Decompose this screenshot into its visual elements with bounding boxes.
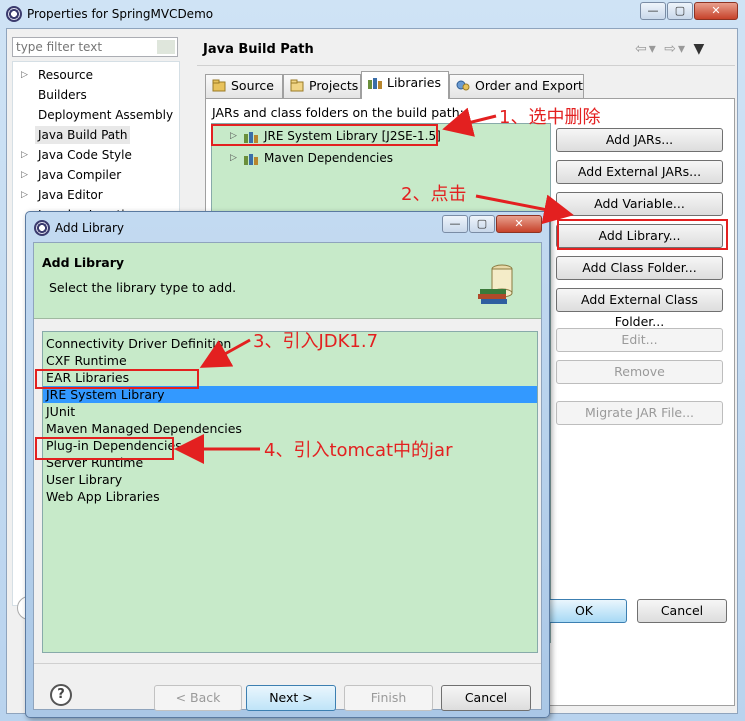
nav-item-label: Java Compiler xyxy=(38,168,122,182)
add-library-client: Add Library Select the library type to a… xyxy=(33,242,542,711)
highlight-add-library-button xyxy=(557,219,728,250)
library-books-icon xyxy=(476,257,522,305)
library-type-item[interactable]: User Library xyxy=(43,471,537,488)
view-menu-icon[interactable]: ▼ xyxy=(693,41,706,57)
help-icon[interactable]: ? xyxy=(50,684,72,706)
dropdown-icon[interactable]: ▾ xyxy=(649,41,658,57)
nav-item-label: Builders xyxy=(38,88,87,102)
close-button[interactable]: ✕ xyxy=(694,2,738,20)
annotation-step1: 1、选中删除 xyxy=(499,107,601,128)
properties-titlebar[interactable]: Properties for SpringMVCDemo — ▢ ✕ xyxy=(0,0,745,28)
filter-input[interactable] xyxy=(12,37,178,57)
tab-source[interactable]: Source xyxy=(205,74,283,98)
build-path-label: JARs and class folders on the build path… xyxy=(212,105,464,120)
window-title: Properties for SpringMVCDemo xyxy=(27,7,214,21)
projects-folder-icon xyxy=(290,77,304,92)
minimize-button[interactable]: — xyxy=(442,215,468,233)
add-library-titlebar[interactable]: Add Library — ▢ ✕ xyxy=(26,212,549,242)
title-separator xyxy=(197,65,735,66)
tab-projects[interactable]: Projects xyxy=(283,74,361,98)
close-button[interactable]: ✕ xyxy=(496,215,542,233)
expand-arrow-icon[interactable]: ▷ xyxy=(230,149,237,167)
maximize-button[interactable]: ▢ xyxy=(667,2,693,20)
dropdown-icon[interactable]: ▾ xyxy=(678,41,687,57)
annotation-step2: 2、点击 xyxy=(401,184,467,205)
edit-button[interactable]: Edit... xyxy=(556,328,723,352)
eclipse-app-icon xyxy=(6,6,22,22)
annotation-step3: 3、引入JDK1.7 xyxy=(253,331,379,352)
library-type-item[interactable]: CXF Runtime xyxy=(43,352,537,369)
library-type-item[interactable]: Web App Libraries xyxy=(43,488,537,505)
add-variable-button[interactable]: Add Variable... xyxy=(556,192,723,216)
library-entry-label: Maven Dependencies xyxy=(264,151,394,165)
eclipse-app-icon xyxy=(34,220,50,236)
library-jar-icon xyxy=(244,152,260,165)
remove-button[interactable]: Remove xyxy=(556,360,723,384)
add-external-class-folder-button[interactable]: Add External Class Folder... xyxy=(556,288,723,329)
back-arrow-icon[interactable]: ⇦ xyxy=(635,41,649,57)
nav-item-label: Java Build Path xyxy=(35,126,131,144)
libraries-icon xyxy=(368,74,382,89)
add-jars-button[interactable]: Add JARs... xyxy=(556,128,723,152)
highlight-jre-system-library xyxy=(35,369,199,389)
ok-button[interactable]: OK xyxy=(541,599,627,623)
source-folder-icon xyxy=(212,77,226,92)
library-type-item[interactable]: Maven Managed Dependencies xyxy=(43,420,537,437)
expand-arrow-icon[interactable]: ▷ xyxy=(21,166,28,184)
highlight-jre-library xyxy=(211,124,438,146)
finish-button[interactable]: Finish xyxy=(344,685,433,711)
order-export-icon xyxy=(456,77,470,91)
dialog-header: Add Library Select the library type to a… xyxy=(34,243,541,319)
tab-order-and-export[interactable]: Order and Export xyxy=(449,74,584,98)
annotation-step4: 4、引入tomcat中的jar xyxy=(264,440,453,461)
add-library-dialog: Add Library — ▢ ✕ Add Library Select the… xyxy=(25,211,550,718)
page-title: Java Build Path xyxy=(203,42,314,57)
tab-label: Libraries xyxy=(387,75,441,90)
expand-arrow-icon[interactable]: ▷ xyxy=(21,66,28,84)
highlight-server-runtime xyxy=(35,437,174,460)
tab-label: Projects xyxy=(309,78,359,93)
library-type-item[interactable]: JUnit xyxy=(43,403,537,420)
nav-item-label: Resource xyxy=(38,68,94,82)
expand-arrow-icon[interactable]: ▷ xyxy=(21,186,28,204)
next-button[interactable]: Next > xyxy=(246,685,336,711)
footer-separator xyxy=(34,663,541,664)
expand-arrow-icon[interactable]: ▷ xyxy=(21,146,28,164)
cancel-button[interactable]: Cancel xyxy=(441,685,531,711)
tab-libraries[interactable]: Libraries xyxy=(361,71,449,99)
nav-item-label: Java Editor xyxy=(38,188,103,202)
history-nav: ⇦▾ ⇨▾ ▼ xyxy=(635,41,706,57)
tab-label: Order and Export xyxy=(475,78,583,93)
library-entry-maven[interactable]: ▷ Maven Dependencies xyxy=(230,149,450,167)
filter-clear-icon[interactable] xyxy=(157,40,175,54)
back-button[interactable]: < Back xyxy=(154,685,242,711)
add-external-jars-button[interactable]: Add External JARs... xyxy=(556,160,723,184)
dialog-header-title: Add Library xyxy=(42,255,125,270)
add-class-folder-button[interactable]: Add Class Folder... xyxy=(556,256,723,280)
cancel-button[interactable]: Cancel xyxy=(637,599,727,623)
nav-item-label: Java Code Style xyxy=(38,148,132,162)
dialog-title: Add Library xyxy=(55,221,125,235)
tab-label: Source xyxy=(231,78,274,93)
nav-item-label: Deployment Assembly xyxy=(38,108,174,122)
maximize-button[interactable]: ▢ xyxy=(469,215,495,233)
dialog-header-description: Select the library type to add. xyxy=(49,280,237,295)
forward-arrow-icon[interactable]: ⇨ xyxy=(664,41,678,57)
minimize-button[interactable]: — xyxy=(640,2,666,20)
migrate-jar-button[interactable]: Migrate JAR File... xyxy=(556,401,723,425)
